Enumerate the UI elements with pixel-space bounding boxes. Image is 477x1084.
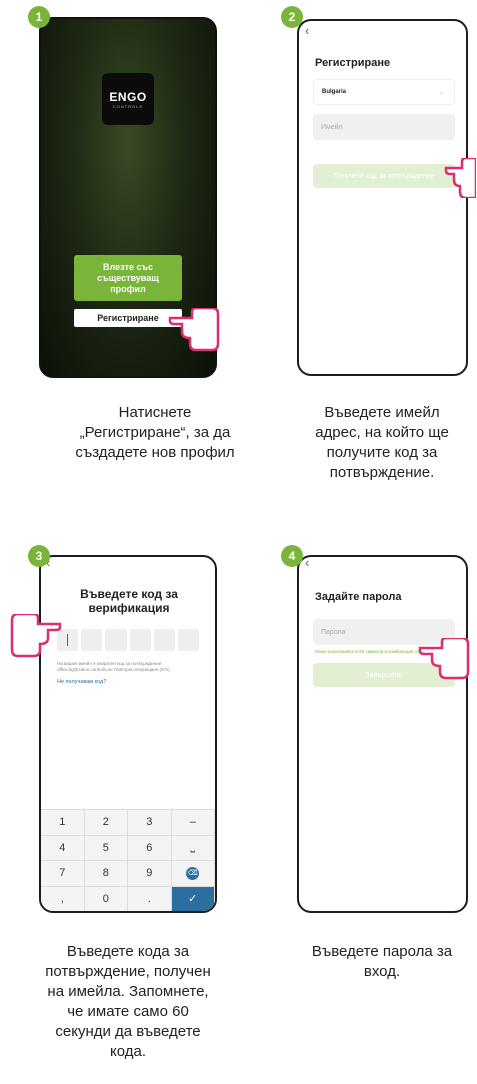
logo-subtext: CONTROLS — [112, 103, 144, 109]
app-logo: ENGO CONTROLS — [102, 73, 154, 125]
key-7[interactable]: 7 — [41, 861, 85, 887]
pointing-hand-icon — [418, 638, 470, 680]
numeric-keypad: 1 2 3 – 4 5 6 ⎵ 7 8 9 ⌫ , 0 . ✓ — [41, 809, 215, 911]
code-box[interactable] — [105, 629, 127, 651]
page-title: Задайте парола — [315, 591, 402, 603]
key-8[interactable]: 8 — [84, 861, 128, 887]
email-field[interactable]: Имейл — [313, 114, 455, 140]
key-minus[interactable]: – — [171, 810, 215, 836]
step-4-caption: Въведете парола за вход. — [311, 943, 453, 980]
step-3-caption: Въведете кода за потвърждение, получен н… — [45, 943, 211, 1060]
key-space[interactable]: ⎵ — [171, 835, 215, 861]
no-code-link[interactable]: Не получавам код? — [57, 679, 106, 685]
phone-screen-verification: ‹ Въведете код за верификация На вашия и… — [39, 555, 217, 913]
back-arrow-icon[interactable]: ‹ — [305, 557, 309, 570]
page-title: Регистриране — [315, 57, 391, 69]
login-existing-profile-button[interactable]: Влезте със съществуващ профил — [74, 255, 182, 301]
key-9[interactable]: 9 — [128, 861, 172, 887]
pointing-hand-icon — [168, 308, 220, 352]
key-1[interactable]: 1 — [41, 810, 85, 836]
code-box[interactable] — [129, 629, 151, 651]
backspace-icon: ⌫ — [186, 866, 200, 880]
key-0[interactable]: 0 — [85, 886, 128, 911]
key-period[interactable]: . — [128, 886, 172, 911]
phone-screen-set-password: ‹ Задайте парола Парола Може използвайте… — [297, 555, 468, 913]
back-arrow-icon[interactable]: ‹ — [305, 23, 309, 38]
step-badge-2: 2 — [281, 6, 303, 28]
pointing-hand-icon — [10, 614, 62, 658]
key-3[interactable]: 3 — [128, 810, 172, 836]
code-box[interactable] — [81, 629, 103, 651]
step-badge-1: 1 — [28, 6, 50, 28]
step-badge-4: 4 — [281, 545, 303, 567]
key-4[interactable]: 4 — [41, 835, 85, 861]
step-badge-3: 3 — [28, 545, 50, 567]
register-button[interactable]: Регистриране — [74, 309, 182, 327]
code-box[interactable] — [153, 629, 175, 651]
key-confirm[interactable]: ✓ — [171, 886, 215, 911]
key-5[interactable]: 5 — [84, 835, 128, 861]
page-title: Въведете код за верификация — [80, 587, 178, 615]
step-2-caption: Въведете имейл адрес, на който ще получи… — [315, 404, 449, 481]
key-2[interactable]: 2 — [84, 810, 128, 836]
get-verification-code-button[interactable]: Получете код за потвърждение — [313, 164, 455, 188]
code-box[interactable] — [177, 629, 200, 651]
verification-info-text: На вашия имейл е изпратен код за потвърж… — [57, 661, 170, 672]
code-input-boxes[interactable] — [57, 629, 200, 651]
chevron-down-icon: ⌄ — [438, 89, 444, 96]
phone-screen-register: ‹ Регистриране Bulgaria ⌄ Имейл Получете… — [297, 19, 468, 376]
pointing-hand-icon — [444, 158, 476, 198]
key-6[interactable]: 6 — [128, 835, 172, 861]
country-select[interactable]: Bulgaria ⌄ — [313, 79, 455, 105]
key-backspace[interactable]: ⌫ — [171, 861, 215, 887]
logo-text: ENGO — [109, 89, 147, 104]
step-1-caption: Натиснете „Регистриране“, за да създадет… — [75, 404, 235, 461]
key-comma[interactable]: , — [41, 886, 85, 911]
